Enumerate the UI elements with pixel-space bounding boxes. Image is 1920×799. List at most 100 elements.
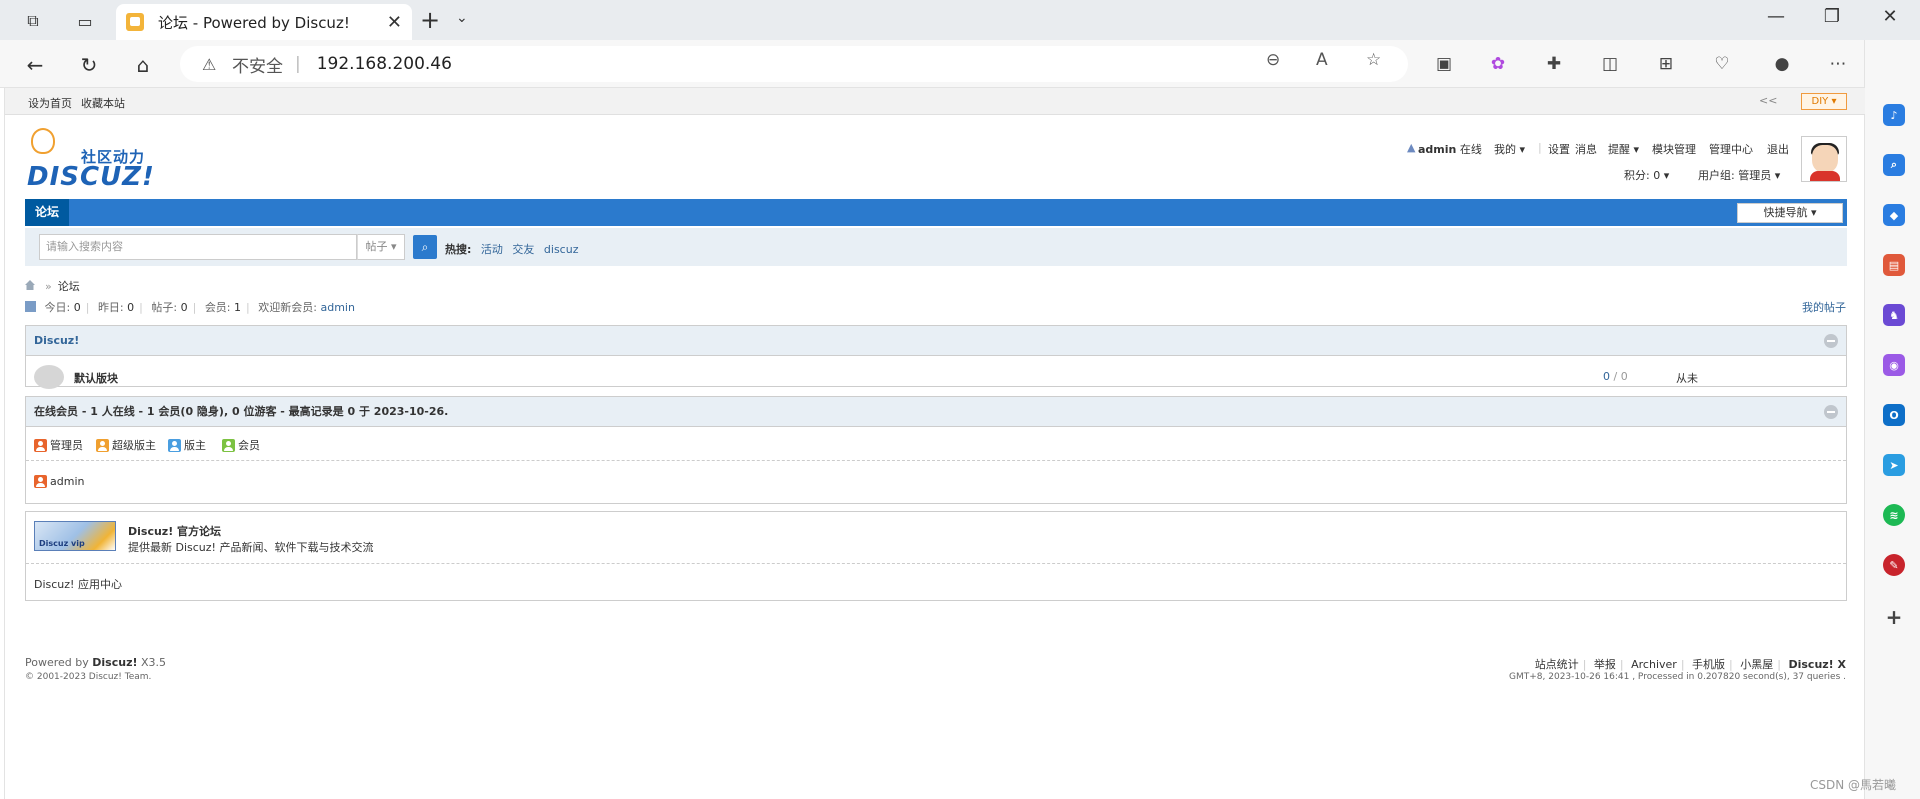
forum-stats: 今日: 0 | 昨日: 0 | 帖子: 0 | 会员: 1 | 欢迎新会员: admin bbox=[25, 299, 355, 315]
online-members-box: 在线会员 - 1 人在线 - 1 会员(0 隐身), 0 位游客 - 最高记录是… bbox=[25, 396, 1847, 504]
send-plane-icon[interactable]: ➤ bbox=[1883, 454, 1905, 476]
newest-member-link[interactable]: admin bbox=[320, 301, 354, 314]
my-threads-link[interactable]: 我的帖子 bbox=[1802, 299, 1846, 315]
extension-brain-icon[interactable]: ✿ bbox=[1484, 50, 1512, 78]
quick-nav-button[interactable]: 快捷导航 ▾ bbox=[1737, 203, 1843, 223]
legend-moderator-label: 版主 bbox=[184, 439, 206, 452]
footer-link-stats[interactable]: 站点统计 bbox=[1535, 658, 1579, 671]
credits-menu[interactable]: 积分: 0 ▾ bbox=[1624, 167, 1669, 183]
collections-icon[interactable]: ⊞ bbox=[1652, 50, 1680, 78]
topbar-tools-icon[interactable]: << bbox=[1759, 94, 1777, 107]
threads-label: 帖子: bbox=[151, 301, 178, 314]
online-username[interactable]: admin bbox=[50, 475, 84, 488]
not-secure-label[interactable]: 不安全 bbox=[232, 52, 283, 77]
nav-item-forum[interactable]: 论坛 bbox=[25, 199, 70, 226]
online-summary[interactable]: 在线会员 - 1 人在线 - 1 会员(0 隐身), 0 位游客 - 最高记录是… bbox=[34, 405, 448, 418]
avatar-shirt bbox=[1810, 171, 1840, 181]
games-chess-icon[interactable]: ♞ bbox=[1883, 304, 1905, 326]
home-icon[interactable]: ⌂ bbox=[128, 50, 158, 80]
read-aloud-icon[interactable]: A bbox=[1316, 50, 1328, 70]
close-tab-icon[interactable]: ✕ bbox=[387, 12, 402, 33]
search-input[interactable]: 请输入搜索内容 bbox=[39, 234, 357, 260]
tools-toolbox-icon[interactable]: ▤ bbox=[1883, 254, 1905, 276]
add-sidebar-app-icon[interactable]: + bbox=[1883, 605, 1905, 629]
hot-word-2[interactable]: 交友 bbox=[512, 243, 534, 256]
restore-icon[interactable]: ❐ bbox=[1812, 6, 1852, 27]
zoom-out-icon[interactable]: ⊖ bbox=[1266, 50, 1280, 70]
new-tab-icon[interactable]: + bbox=[420, 6, 440, 34]
warning-icon[interactable]: ⚠ bbox=[202, 55, 222, 74]
favorite-star-icon[interactable]: ☆ bbox=[1366, 50, 1381, 70]
footer-link-mobile[interactable]: 手机版 bbox=[1692, 658, 1725, 671]
username-link[interactable]: admin 在线 bbox=[1418, 141, 1482, 157]
collapse-icon[interactable] bbox=[1824, 334, 1838, 348]
site-topbar: 设为首页 收藏本站 << DIY ▾ bbox=[5, 88, 1865, 115]
red-app-icon[interactable]: ✎ bbox=[1883, 554, 1905, 576]
vertical-tabs-icon[interactable]: ▭ bbox=[70, 6, 100, 36]
breadcrumb-forum[interactable]: 论坛 bbox=[58, 280, 80, 293]
footer-link-report[interactable]: 举报 bbox=[1594, 658, 1616, 671]
footer-link-blacklist[interactable]: 小黑屋 bbox=[1740, 658, 1773, 671]
online-user[interactable]: admin bbox=[34, 475, 84, 488]
collapse-icon[interactable] bbox=[1824, 405, 1838, 419]
diy-button[interactable]: DIY ▾ bbox=[1801, 93, 1847, 110]
workspaces-icon[interactable]: ⧉ bbox=[18, 6, 48, 36]
back-icon[interactable]: ← bbox=[20, 50, 50, 80]
legend-admin: 管理员 bbox=[34, 437, 83, 453]
category-title[interactable]: Discuz! bbox=[34, 334, 79, 347]
bookmark-site-link[interactable]: 收藏本站 bbox=[81, 95, 125, 111]
powered-prefix: Powered by bbox=[25, 656, 89, 669]
discuz-logo[interactable]: 社区动力 DISCUZ! bbox=[25, 124, 155, 192]
browser-tab[interactable]: 论坛 - Powered by Discuz! ✕ bbox=[116, 4, 412, 40]
microsoft-365-icon[interactable]: ◉ bbox=[1883, 354, 1905, 376]
more-menu-icon[interactable]: ⋯ bbox=[1824, 50, 1852, 78]
refresh-icon[interactable]: ↻ bbox=[74, 50, 104, 80]
hot-word-3[interactable]: discuz bbox=[544, 243, 579, 256]
tab-actions-chevron-icon[interactable]: ⌄ bbox=[456, 10, 468, 26]
moderator-user-icon bbox=[168, 438, 181, 452]
spotify-icon[interactable]: ≋ bbox=[1883, 504, 1905, 526]
search-icon[interactable]: ⌕ bbox=[1883, 154, 1905, 176]
online-user-list: admin bbox=[26, 461, 1846, 501]
avatar[interactable] bbox=[1801, 136, 1847, 182]
app-center-link[interactable]: Discuz! 应用中心 bbox=[34, 576, 122, 592]
minimize-icon[interactable]: — bbox=[1756, 6, 1796, 27]
hot-word-1[interactable]: 活动 bbox=[481, 243, 503, 256]
forum-name[interactable]: 默认版块 bbox=[74, 370, 118, 386]
url-text[interactable]: 192.168.200.46 bbox=[317, 54, 452, 74]
home-icon[interactable] bbox=[25, 280, 35, 290]
address-bar[interactable]: ⚠ 不安全 | 192.168.200.46 bbox=[180, 46, 1408, 82]
online-status: 在线 bbox=[1459, 143, 1482, 156]
close-window-icon[interactable]: ✕ bbox=[1870, 6, 1910, 27]
footer-brand-link[interactable]: Discuz! X bbox=[1788, 658, 1846, 671]
messages-link[interactable]: 消息 bbox=[1575, 141, 1597, 157]
friend-link-title[interactable]: Discuz! 官方论坛 bbox=[128, 523, 221, 539]
legend-member-label: 会员 bbox=[238, 439, 260, 452]
footer-link-archiver[interactable]: Archiver bbox=[1631, 658, 1677, 671]
super-moderator-user-icon bbox=[96, 438, 109, 452]
reminders-menu[interactable]: 提醒 ▾ bbox=[1608, 141, 1639, 157]
browser-tab-strip: ⧉ ▭ 论坛 - Powered by Discuz! ✕ + ⌄ — ❐ ✕ bbox=[0, 0, 1920, 40]
notifications-bell-icon[interactable]: ♪ bbox=[1883, 104, 1905, 126]
discuz-vip-banner[interactable]: Discuz vip bbox=[34, 521, 116, 551]
split-screen-icon[interactable]: ◫ bbox=[1596, 50, 1624, 78]
usergroup-menu[interactable]: 用户组: 管理员 ▾ bbox=[1698, 167, 1780, 183]
my-menu[interactable]: 我的 ▾ bbox=[1494, 141, 1525, 157]
powered-brand-link[interactable]: Discuz! bbox=[92, 656, 137, 669]
admin-center-link[interactable]: 管理中心 bbox=[1709, 141, 1753, 157]
module-management-link[interactable]: 模块管理 bbox=[1652, 141, 1696, 157]
settings-link[interactable]: 设置 bbox=[1548, 141, 1570, 157]
profile-icon[interactable]: ● bbox=[1768, 50, 1796, 78]
browser-essentials-icon[interactable]: ♡ bbox=[1708, 50, 1736, 78]
extensions-puzzle-icon[interactable]: ✚ bbox=[1540, 50, 1568, 78]
web-page: 设为首页 收藏本站 << DIY ▾ 社区动力 DISCUZ! ▲ admin … bbox=[4, 88, 1865, 799]
shopping-tag-icon[interactable]: ◆ bbox=[1883, 204, 1905, 226]
outlook-icon[interactable]: O bbox=[1883, 404, 1905, 426]
extension-game-icon[interactable]: ▣ bbox=[1430, 50, 1458, 78]
set-homepage-link[interactable]: 设为首页 bbox=[28, 95, 72, 111]
stats-chart-icon bbox=[25, 301, 36, 312]
search-button[interactable]: ⌕ bbox=[413, 235, 437, 259]
logout-link[interactable]: 退出 bbox=[1767, 141, 1789, 157]
search-type-select[interactable]: 帖子 ▾ bbox=[357, 234, 405, 260]
today-label: 今日: bbox=[44, 301, 71, 314]
